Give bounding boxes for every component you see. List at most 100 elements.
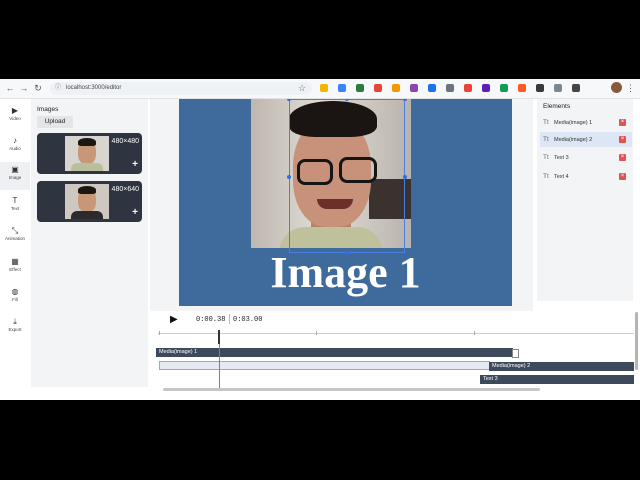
element-item[interactable]: Tt Media(image) 1 × xyxy=(540,115,632,130)
delete-icon[interactable]: × xyxy=(619,136,626,143)
extension-icon[interactable] xyxy=(554,84,562,92)
site-info-icon[interactable]: ⓘ xyxy=(55,82,61,95)
element-item[interactable]: Tt Media(image) 2 × xyxy=(540,132,632,147)
element-label: Media(image) 1 xyxy=(554,120,593,126)
music-note-icon: ♪ xyxy=(13,136,17,145)
timeline-track[interactable]: Text 3 xyxy=(480,375,634,384)
rail-item-text[interactable]: T Text xyxy=(0,193,30,221)
extension-icon[interactable] xyxy=(356,84,364,92)
timeline-scrollbar[interactable] xyxy=(163,388,540,391)
forward-icon[interactable]: → xyxy=(18,82,30,94)
ruler-tick xyxy=(159,331,160,335)
effect-icon: ▦ xyxy=(11,257,19,266)
editor-canvas[interactable]: Image 1 xyxy=(179,99,512,306)
rail-item-label: Video xyxy=(9,116,21,121)
track-label: Text 3 xyxy=(483,376,498,382)
rail-item-label: Image xyxy=(8,175,22,180)
extension-icon[interactable] xyxy=(518,84,526,92)
url-text: localhost:3000/editor xyxy=(66,85,122,91)
extension-icon[interactable] xyxy=(320,84,328,92)
resize-handle[interactable] xyxy=(403,175,407,179)
extension-icon[interactable] xyxy=(446,84,454,92)
image-thumbnail[interactable]: 480×640 + xyxy=(37,181,142,222)
image-thumbnail[interactable]: 480×480 + xyxy=(37,133,142,174)
tool-rail: ▶ Video ♪ Audio ▣ Image T Text ⤡ Animati… xyxy=(0,99,30,400)
extension-icon[interactable] xyxy=(392,84,400,92)
extension-icon[interactable] xyxy=(464,84,472,92)
timeline-ruler[interactable] xyxy=(158,333,634,334)
thumbnail-image xyxy=(65,136,109,171)
video-icon: ▶ xyxy=(11,106,19,115)
element-label: Text 4 xyxy=(554,174,569,180)
profile-avatar[interactable] xyxy=(611,82,622,93)
extension-icon[interactable] xyxy=(500,84,508,92)
delete-icon[interactable]: × xyxy=(619,154,626,161)
delete-icon[interactable]: × xyxy=(619,119,626,126)
rail-item-animation[interactable]: ⤡ Animation xyxy=(0,223,30,251)
delete-icon[interactable]: × xyxy=(619,173,626,180)
images-panel: Images Upload 480×480 + 480×640 + xyxy=(31,99,148,387)
image-icon: ▣ xyxy=(11,165,19,174)
play-icon[interactable]: ▶ xyxy=(170,314,178,326)
total-time: 0:03.00 xyxy=(233,316,263,324)
ruler-tick xyxy=(316,331,317,335)
extension-icon[interactable] xyxy=(536,84,544,92)
element-label: Media(image) 2 xyxy=(554,137,593,143)
add-image-icon[interactable]: + xyxy=(132,160,138,170)
rail-item-video[interactable]: ▶ Video xyxy=(0,103,30,131)
image-dimensions: 480×480 xyxy=(111,138,139,145)
text-type-icon: Tt xyxy=(543,154,549,161)
element-item[interactable]: Tt Text 3 × xyxy=(540,150,632,165)
extension-icon[interactable] xyxy=(482,84,490,92)
canvas-caption-text[interactable]: Image 1 xyxy=(179,251,512,295)
ruler-tick xyxy=(474,331,475,335)
fill-bucket-icon: ◍ xyxy=(11,287,19,296)
timeline-track[interactable]: Media(image) 2 xyxy=(489,362,634,371)
rail-item-image[interactable]: ▣ Image xyxy=(0,162,30,190)
reload-icon[interactable]: ↻ xyxy=(32,82,44,94)
thumbnail-image xyxy=(65,184,109,219)
selection-box[interactable] xyxy=(289,99,405,253)
timeline-track[interactable] xyxy=(159,361,490,370)
rail-item-fill[interactable]: ◍ Fill xyxy=(0,284,30,312)
current-time: 0:00.38 xyxy=(196,316,226,324)
vertical-scrollbar[interactable] xyxy=(635,312,638,370)
bookmark-star-icon[interactable]: ☆ xyxy=(298,82,306,94)
track-label: Media(image) 1 xyxy=(159,349,198,355)
browser-toolbar: ← → ↻ ⓘ localhost:3000/editor ☆ ⋮ xyxy=(0,79,640,99)
rail-item-label: Fill xyxy=(12,297,18,302)
upload-button[interactable]: Upload xyxy=(37,116,73,128)
extension-icon[interactable] xyxy=(428,84,436,92)
animation-icon: ⤡ xyxy=(11,226,19,235)
elements-panel: Elements Tt Media(image) 1 × Tt Media(imag… xyxy=(537,99,633,301)
resize-handle[interactable] xyxy=(287,175,291,179)
extension-icon[interactable] xyxy=(572,84,580,92)
rail-item-label: Audio xyxy=(9,146,21,151)
extension-icon[interactable] xyxy=(374,84,382,92)
track-label: Media(image) 2 xyxy=(492,363,531,369)
rail-item-label: Animation xyxy=(4,236,25,241)
add-image-icon[interactable]: + xyxy=(132,208,138,218)
image-dimensions: 480×640 xyxy=(111,186,139,193)
download-icon: ⤓ xyxy=(13,317,17,326)
rail-item-export[interactable]: ⤓ Export xyxy=(0,314,30,342)
images-panel-title: Images xyxy=(37,106,59,113)
text-type-icon: Tt xyxy=(543,119,549,126)
address-bar[interactable]: ⓘ localhost:3000/editor xyxy=(50,82,312,95)
text-icon: T xyxy=(12,196,18,205)
element-item[interactable]: Tt Text 4 × xyxy=(540,169,632,184)
rail-item-effect[interactable]: ▦ Effect xyxy=(0,254,30,282)
text-type-icon: Tt xyxy=(543,136,549,143)
rail-item-audio[interactable]: ♪ Audio xyxy=(0,133,30,161)
back-icon[interactable]: ← xyxy=(4,82,16,94)
playhead-handle[interactable] xyxy=(218,330,220,344)
track-end-handle[interactable] xyxy=(512,349,519,358)
extension-icon[interactable] xyxy=(410,84,418,92)
extension-icon[interactable] xyxy=(338,84,346,92)
rail-item-label: Export xyxy=(8,327,22,332)
rail-item-label: Effect xyxy=(9,267,21,272)
time-divider xyxy=(229,314,230,324)
rail-item-label: Text xyxy=(10,206,20,211)
browser-menu-icon[interactable]: ⋮ xyxy=(626,82,635,94)
timeline-track[interactable]: Media(image) 1 xyxy=(156,348,519,358)
